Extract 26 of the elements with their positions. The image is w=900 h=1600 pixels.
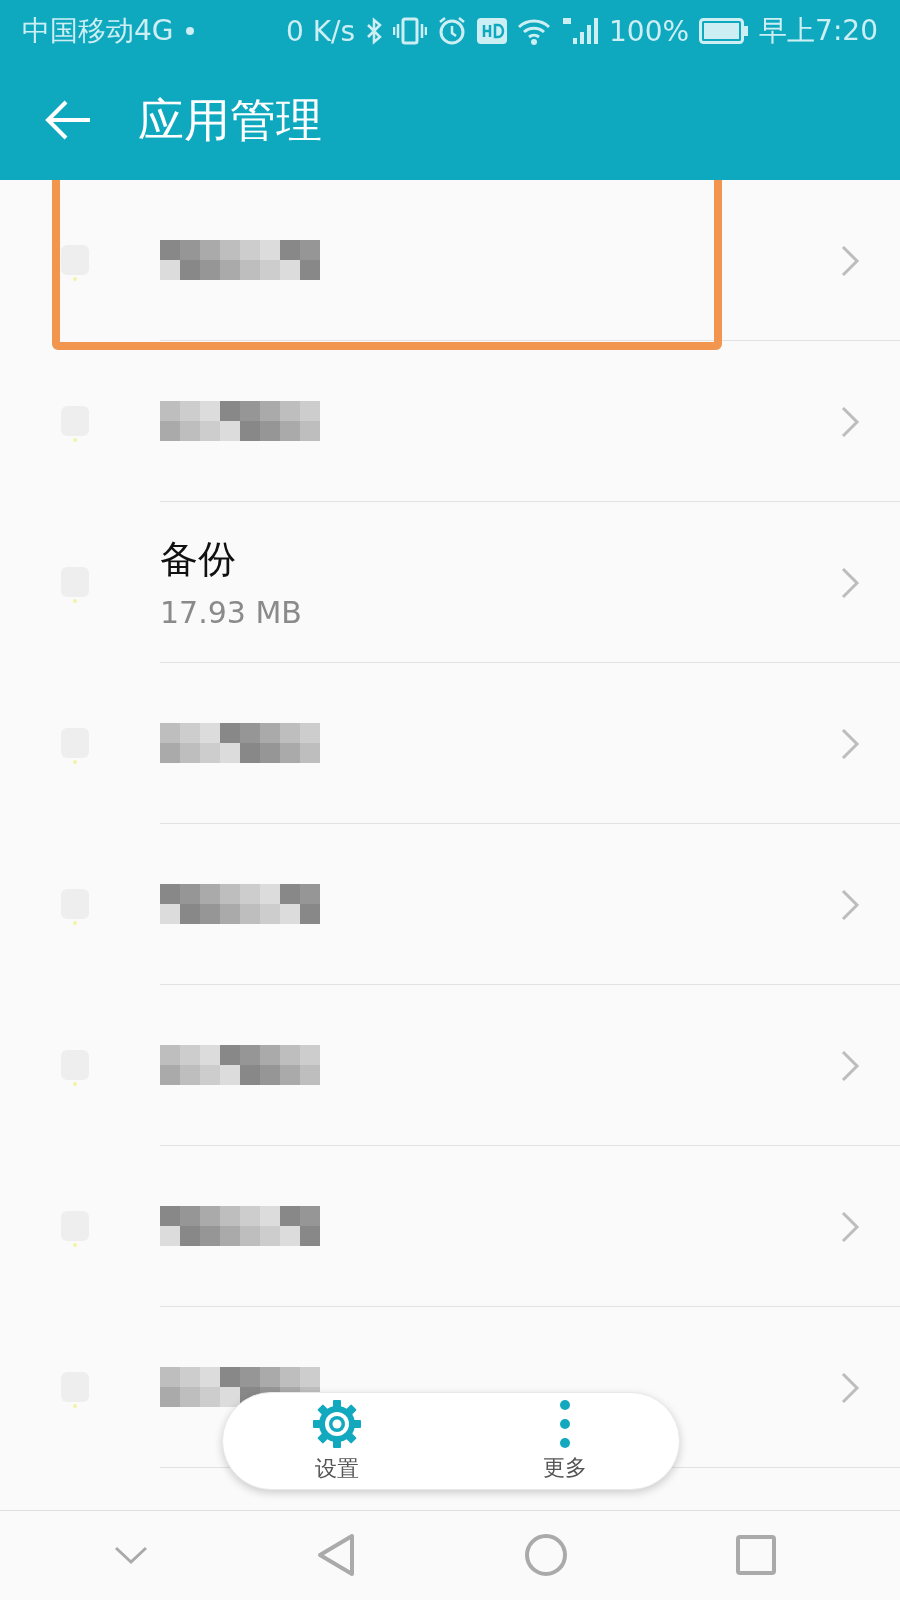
settings-icon [311,1398,363,1450]
more-button[interactable]: 更多 [451,1393,679,1489]
chevron-right-icon[interactable] [840,1210,860,1244]
chevron-right-icon[interactable] [840,566,860,600]
wifi-icon [517,17,552,45]
carrier-name: 中国移动4G [22,13,174,49]
bluetooth-icon [365,16,384,46]
vibrate-icon [393,16,428,46]
clock-time: 早上7:20 [759,13,878,49]
app-size: 17.93 MB [160,595,302,630]
battery-icon [699,18,750,44]
hd-icon [477,18,508,44]
chevron-right-icon[interactable] [840,1049,860,1083]
network-speed: 0 K/s [285,14,356,48]
chevron-right-icon[interactable] [840,1371,860,1405]
recents-button[interactable] [736,1534,776,1578]
chevron-right-icon[interactable] [840,405,860,439]
chevron-right-icon[interactable] [840,888,860,922]
page-title: 应用管理 [138,92,322,149]
chevron-right-icon[interactable] [840,727,860,761]
chevron-right-icon[interactable] [840,244,860,278]
more-icon [559,1399,571,1449]
app-name: 备份 [160,536,236,583]
settings-button[interactable]: 设置 [223,1393,451,1489]
battery-percent: 100% [609,14,690,48]
signal-icon [561,16,600,46]
